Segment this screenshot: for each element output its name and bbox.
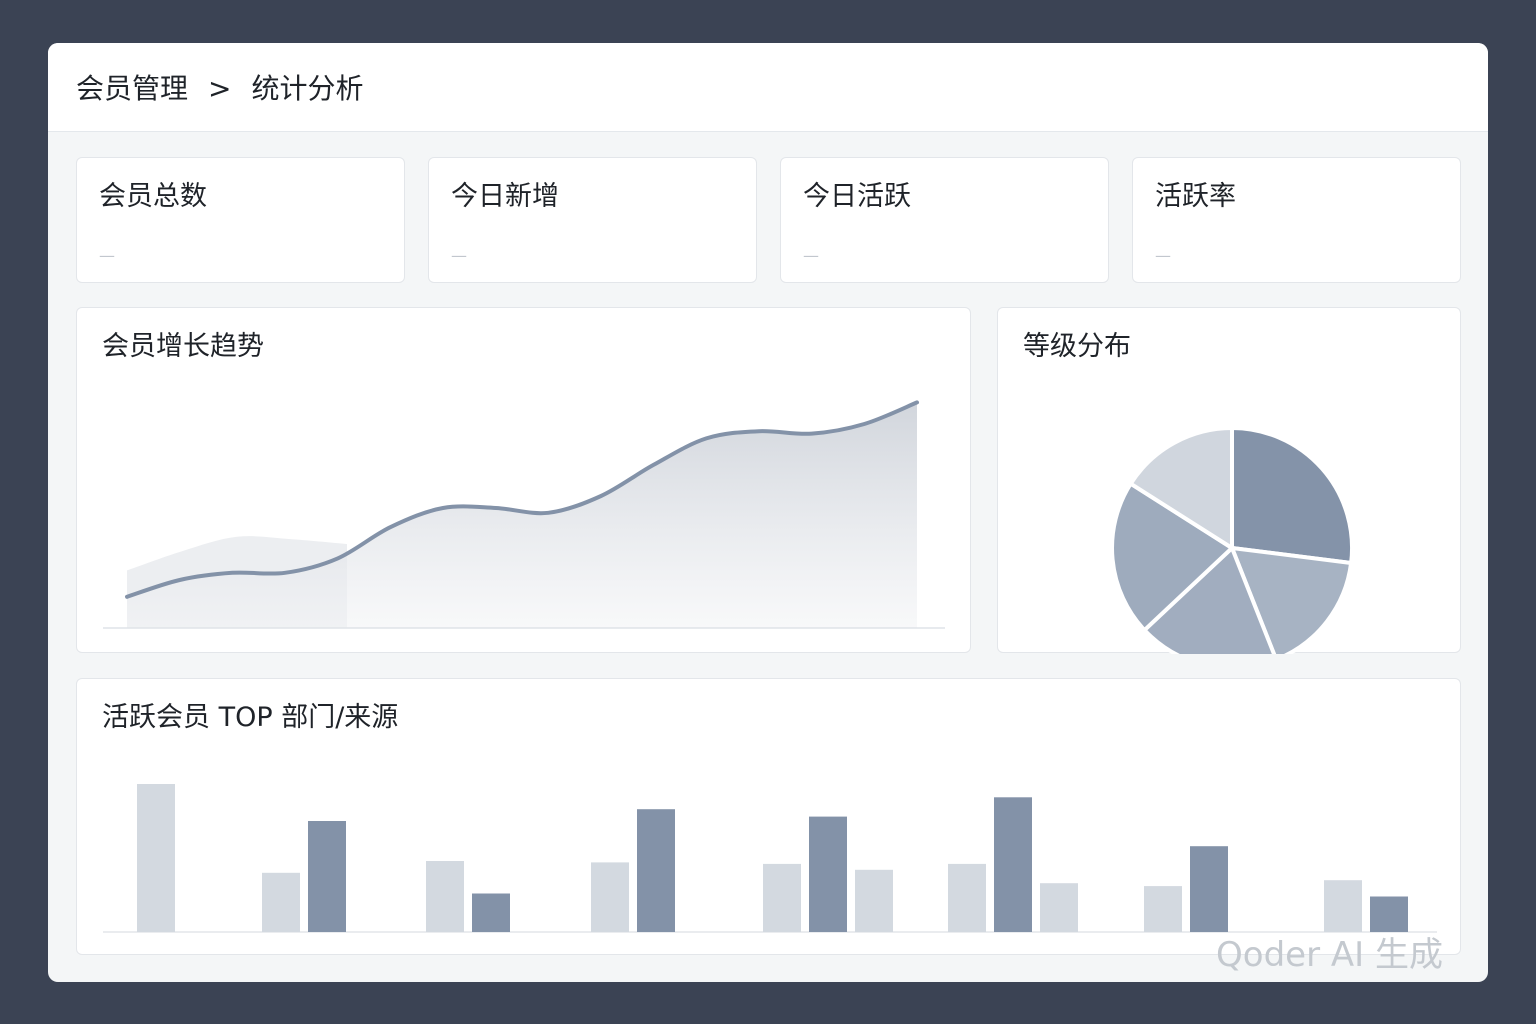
stat-value: — bbox=[803, 246, 819, 265]
stat-card-active-rate: 活跃率 — bbox=[1132, 157, 1461, 283]
top-active-chart bbox=[103, 784, 1437, 933]
watermark-text: Qoder AI 生成 bbox=[1216, 935, 1443, 975]
bar-dark bbox=[472, 893, 510, 932]
stat-label: 会员总数 bbox=[99, 181, 207, 212]
stat-card-total-members: 会员总数 — bbox=[76, 157, 405, 283]
stat-label: 今日活跃 bbox=[803, 181, 911, 212]
bar-light bbox=[855, 869, 893, 932]
growth-area-fill bbox=[127, 402, 917, 628]
stat-card-active-today: 今日活跃 — bbox=[780, 157, 1109, 283]
bar-light bbox=[948, 863, 986, 932]
bar-light bbox=[426, 861, 464, 932]
stat-value: — bbox=[1155, 246, 1171, 265]
bar-dark bbox=[308, 821, 346, 932]
growth-trend-chart bbox=[103, 400, 945, 629]
breadcrumb-current: 统计分析 bbox=[251, 72, 364, 105]
pie-slice bbox=[1230, 426, 1355, 565]
bar-dark bbox=[1190, 846, 1228, 932]
stat-label: 今日新增 bbox=[451, 181, 559, 212]
stat-card-new-today: 今日新增 — bbox=[428, 157, 757, 283]
level-distribution-chart bbox=[1110, 426, 1355, 654]
growth-trend-panel: 会员增长趋势 bbox=[76, 307, 971, 653]
app-window: 会员管理 > 统计分析 会员总数 — 今日新增 — 今日活跃 — 活跃率 — 会… bbox=[48, 43, 1488, 982]
level-distribution-panel: 等级分布 bbox=[997, 307, 1461, 654]
bar-dark bbox=[1370, 896, 1408, 932]
bar-dark bbox=[994, 797, 1032, 932]
stat-value: — bbox=[451, 246, 467, 265]
bar-light bbox=[1324, 880, 1362, 932]
bar-dark bbox=[637, 809, 675, 932]
bar-light bbox=[137, 784, 175, 932]
breadcrumb-parent-link[interactable]: 会员管理 bbox=[76, 69, 188, 109]
breadcrumb: 会员管理 > 统计分析 bbox=[76, 69, 364, 109]
top-active-panel: 活跃会员 TOP 部门/来源 bbox=[76, 678, 1461, 955]
bar-light bbox=[262, 872, 300, 932]
bar-light bbox=[763, 863, 801, 932]
bar-light bbox=[1040, 883, 1078, 932]
stat-label: 活跃率 bbox=[1155, 181, 1236, 212]
page-header: 会员管理 > 统计分析 bbox=[48, 43, 1488, 132]
bar-dark bbox=[809, 816, 847, 932]
bar-light bbox=[1144, 886, 1182, 932]
stat-value: — bbox=[99, 246, 115, 265]
bar-light bbox=[591, 862, 629, 932]
breadcrumb-separator: > bbox=[208, 72, 232, 105]
